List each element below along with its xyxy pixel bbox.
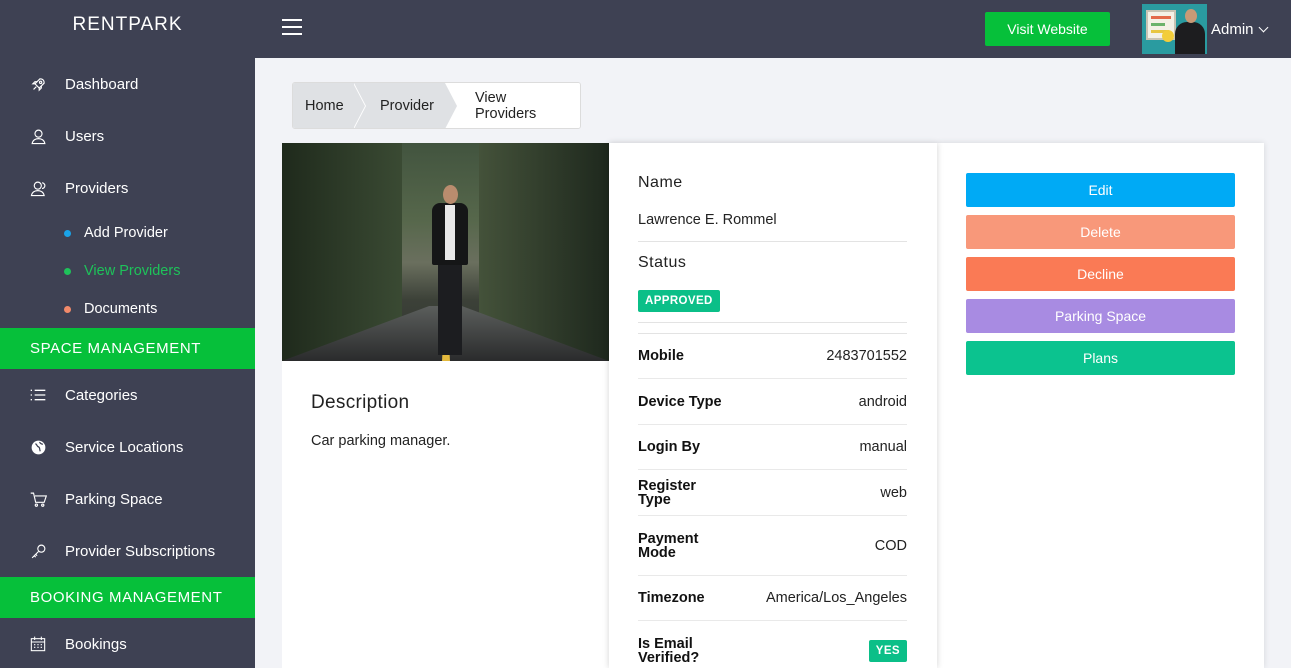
description-text: Car parking manager. (311, 433, 451, 449)
breadcrumb: Home Provider View Providers (292, 82, 581, 129)
detail-key: Register Type (638, 477, 697, 508)
detail-row-login-by: Login By manual (638, 425, 907, 470)
detail-row-payment-mode: Payment Mode COD (638, 516, 907, 576)
name-value: Lawrence E. Rommel (638, 212, 777, 228)
breadcrumb-home[interactable]: Home (293, 83, 366, 128)
sidebar-item-label: Dashboard (65, 75, 139, 93)
sidebar-subitem-label: Add Provider (84, 225, 168, 241)
rocket-icon (28, 74, 48, 94)
breadcrumb-provider[interactable]: Provider (353, 83, 458, 128)
detail-key: Login By (638, 439, 701, 455)
detail-row-email-verified: Is Email Verified? YES (638, 621, 907, 668)
sidebar-item-label: Provider Subscriptions (65, 542, 216, 560)
bullet-dot-icon (64, 305, 71, 313)
sidebar-item-label: Users (65, 127, 105, 145)
bullet-dot-icon (64, 267, 71, 275)
provider-details-card: Name Lawrence E. Rommel Status APPROVED … (609, 143, 937, 668)
parking-space-button[interactable]: Parking Space (966, 299, 1235, 333)
sidebar-item-provider-subscriptions[interactable]: Provider Subscriptions (0, 525, 255, 577)
detail-key: Mobile (638, 348, 684, 364)
divider (638, 241, 907, 242)
detail-row-device-type: Device Type android (638, 379, 907, 425)
list-icon (28, 385, 48, 405)
admin-menu[interactable]: Admin (1142, 4, 1268, 54)
provider-photo-card: Description Car parking manager. (282, 143, 609, 668)
detail-row-register-type: Register Type web (638, 470, 907, 516)
hamburger-menu-icon[interactable] (282, 19, 302, 36)
description-title: Description (311, 392, 410, 413)
decline-button[interactable]: Decline (966, 257, 1235, 291)
bullet-dot-icon (64, 229, 71, 237)
globe-icon (28, 437, 48, 457)
actions-card: Edit Delete Decline Parking Space Plans (937, 143, 1264, 668)
users-icon (28, 178, 48, 198)
plans-button[interactable]: Plans (966, 341, 1235, 375)
avatar (1142, 4, 1207, 54)
delete-button[interactable]: Delete (966, 215, 1235, 249)
sidebar-item-label: Bookings (65, 635, 127, 653)
detail-value: 2483701552 (826, 348, 907, 364)
status-label: Status (638, 254, 687, 271)
user-icon (28, 126, 48, 146)
topbar: Visit Website Admin (255, 0, 1291, 58)
sidebar-item-label: Providers (65, 179, 129, 197)
admin-name: Admin (1211, 20, 1254, 38)
sidebar-item-label: Categories (65, 386, 138, 404)
sidebar-subitem-view-providers[interactable]: View Providers (0, 252, 255, 290)
detail-value: web (880, 484, 907, 501)
detail-row-timezone: Timezone America/Los_Angeles (638, 576, 907, 621)
sidebar-item-parking-space[interactable]: Parking Space (0, 473, 255, 525)
detail-value: COD (874, 537, 907, 554)
detail-value: android (858, 393, 907, 410)
sidebar-item-providers[interactable]: Providers (0, 162, 255, 214)
sidebar-item-categories[interactable]: Categories (0, 369, 255, 421)
cart-icon (28, 489, 48, 509)
detail-row-mobile: Mobile 2483701552 (638, 334, 907, 379)
sidebar: RENTPARK Dashboard Users Providers Add P… (0, 0, 255, 668)
divider (638, 322, 907, 323)
sidebar-item-label: Parking Space (65, 490, 163, 508)
chevron-down-icon (1258, 22, 1268, 32)
detail-value: manual (859, 439, 907, 455)
sidebar-subitem-label: View Providers (84, 263, 181, 279)
detail-key: Timezone (638, 590, 705, 606)
section-header-booking-management: BOOKING MANAGEMENT (0, 577, 255, 618)
sidebar-subitem-label: Documents (84, 301, 158, 317)
visit-website-button[interactable]: Visit Website (985, 12, 1110, 46)
sidebar-item-dashboard[interactable]: Dashboard (0, 58, 255, 110)
sidebar-item-users[interactable]: Users (0, 110, 255, 162)
breadcrumb-view-providers: View Providers (445, 83, 580, 128)
sidebar-subitem-add-provider[interactable]: Add Provider (0, 214, 255, 252)
detail-key: Is Email Verified? (638, 636, 700, 666)
key-icon (28, 541, 48, 561)
provider-photo (282, 143, 609, 361)
sidebar-item-service-locations[interactable]: Service Locations (0, 421, 255, 473)
detail-value: America/Los_Angeles (765, 590, 907, 606)
calendar-icon (28, 634, 48, 654)
edit-button[interactable]: Edit (966, 173, 1235, 207)
brand-logo[interactable]: RENTPARK (0, 0, 255, 58)
sidebar-item-label: Service Locations (65, 438, 184, 456)
sidebar-item-bookings[interactable]: Bookings (0, 618, 255, 668)
sidebar-subitem-documents[interactable]: Documents (0, 290, 255, 328)
name-label: Name (638, 174, 683, 191)
section-header-space-management: SPACE MANAGEMENT (0, 328, 255, 369)
detail-key: Payment Mode (638, 530, 699, 561)
email-verified-badge: YES (868, 640, 907, 662)
detail-key: Device Type (638, 393, 722, 410)
status-badge: APPROVED (638, 290, 720, 312)
